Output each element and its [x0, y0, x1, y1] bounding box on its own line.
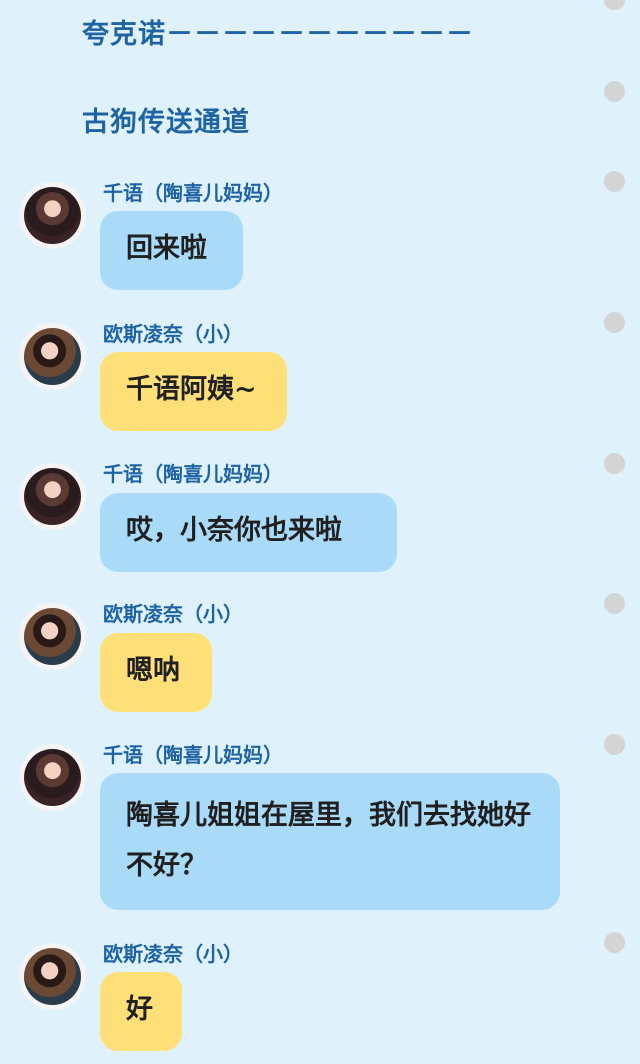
- message-bubble[interactable]: 回来啦: [100, 211, 243, 290]
- side-dot: [604, 932, 625, 953]
- message-sender: 千语（陶喜儿妈妈）: [103, 743, 283, 767]
- side-dot: [604, 734, 625, 755]
- message-bubble[interactable]: 哎，小奈你也来啦: [100, 493, 397, 572]
- message-sender: 欧斯凌奈（小）: [103, 322, 243, 346]
- side-dot: [604, 453, 625, 474]
- side-dot: [604, 171, 625, 192]
- message-sender: 千语（陶喜儿妈妈）: [103, 462, 283, 486]
- header-line-2: 古狗传送通道: [82, 107, 250, 138]
- message-sender: 欧斯凌奈（小）: [103, 602, 243, 626]
- qianyu-avatar[interactable]: [19, 182, 86, 249]
- message-sender: 千语（陶喜儿妈妈）: [103, 181, 283, 205]
- ousilingnai-avatar[interactable]: [19, 603, 86, 670]
- side-dot: [604, 593, 625, 614]
- qianyu-avatar[interactable]: [19, 744, 86, 811]
- ousilingnai-avatar[interactable]: [19, 323, 86, 390]
- message-sender: 欧斯凌奈（小）: [103, 942, 243, 966]
- message-bubble[interactable]: 嗯呐: [100, 633, 212, 712]
- header-line-1: 夸克诺－－－－－－－－－－－: [82, 19, 474, 50]
- ousilingnai-avatar[interactable]: [19, 943, 86, 1010]
- side-dot: [604, 81, 625, 102]
- qianyu-avatar[interactable]: [19, 463, 86, 530]
- side-dot-top: [604, 0, 625, 10]
- message-bubble[interactable]: 好: [100, 972, 182, 1051]
- side-dot: [604, 312, 625, 333]
- message-bubble[interactable]: 千语阿姨~: [100, 352, 287, 431]
- message-bubble[interactable]: 陶喜儿姐姐在屋里，我们去找她好不好？: [100, 773, 560, 910]
